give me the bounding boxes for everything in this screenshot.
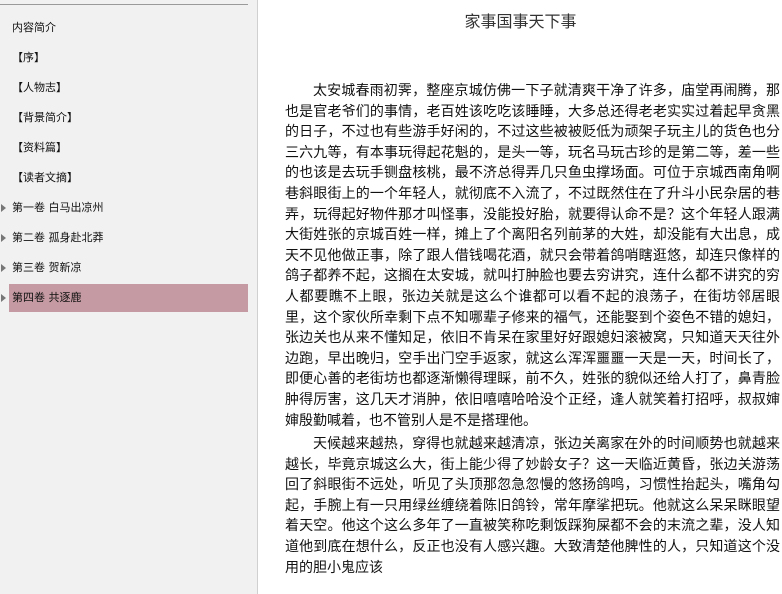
toc-item-volume-4[interactable]: 第四卷 共逐鹿 [1,284,248,312]
chapter-paragraph: 天候越来越热，穿得也就越来越清凉，张边关离家在外的时间顺势也就越来越长，毕竟京城… [285,436,780,576]
toc-item-intro[interactable]: 内容简介 [9,14,248,42]
expand-arrow-icon[interactable] [1,204,6,212]
toc-item-label: 【读者文摘】 [12,171,78,184]
toc-item-volume-1[interactable]: 第一卷 白马出凉州 [1,194,248,222]
toc-item-label: 第一卷 白马出凉州 [12,201,104,214]
toc-sidebar: 内容简介 【序】 【人物志】 【背景简介】 【资料篇】 【读者文摘】 第一卷 白… [0,0,258,594]
sidebar-top-divider [0,4,248,5]
chapter-paragraph: 太安城春雨初霁，整座京城仿佛一下子就清爽干净了许多，庙堂再闹腾，那也是官老爷们的… [285,83,780,429]
toc-item-volume-3[interactable]: 第三卷 贺新凉 [1,254,248,282]
expand-arrow-icon[interactable] [1,264,6,272]
toc-item-label: 第二卷 孤身赴北莽 [12,231,104,244]
toc-item-volume-2[interactable]: 第二卷 孤身赴北莽 [1,224,248,252]
toc-item-label: 【背景简介】 [12,111,78,124]
reading-pane[interactable]: 家事国事天下事 太安城春雨初霁，整座京城仿佛一下子就清爽干净了许多，庙堂再闹腾，… [259,0,782,594]
toc-item-characters[interactable]: 【人物志】 [9,74,248,102]
toc-item-materials[interactable]: 【资料篇】 [9,134,248,162]
toc-item-label: 第四卷 共逐鹿 [12,291,82,304]
toc-item-label: 第三卷 贺新凉 [12,261,82,274]
toc-item-preface[interactable]: 【序】 [9,44,248,72]
toc-item-digest[interactable]: 【读者文摘】 [9,164,248,192]
toc-item-background[interactable]: 【背景简介】 [9,104,248,132]
toc-item-label: 【人物志】 [12,81,67,94]
toc-item-label: 内容简介 [12,21,56,34]
chapter-title: 家事国事天下事 [464,12,577,31]
expand-arrow-icon[interactable] [1,234,6,242]
toc-item-label: 【资料篇】 [12,141,67,154]
toc-item-label: 【序】 [12,51,45,64]
expand-arrow-icon[interactable] [1,294,6,302]
